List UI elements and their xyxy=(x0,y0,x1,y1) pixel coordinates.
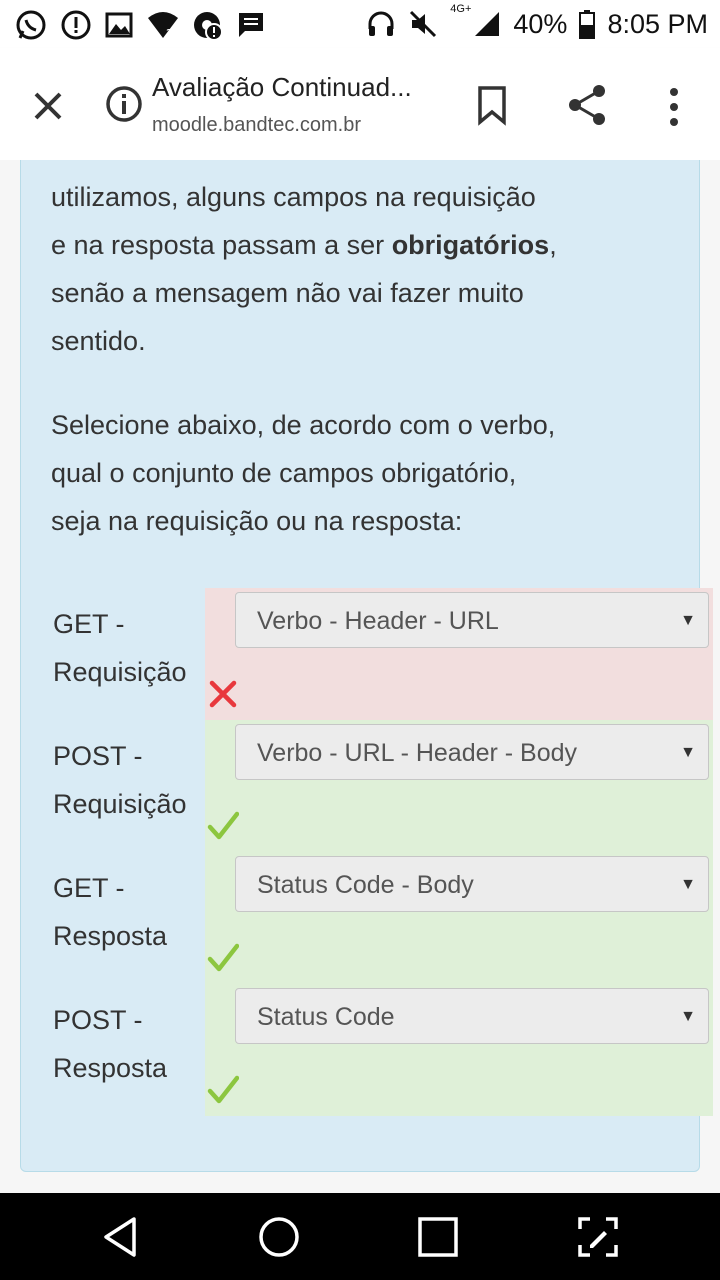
chrome-alert-icon xyxy=(194,12,223,41)
intro-line: e na resposta passam a ser obrigatórios, xyxy=(51,221,671,269)
instructions-paragraph: Selecione abaixo, de acordo com o verbo,… xyxy=(51,401,671,545)
page-title: Avaliação Continuad... xyxy=(152,72,412,102)
intro-text: e na resposta passam a ser xyxy=(51,230,392,260)
dropdown-arrow-icon: ▼ xyxy=(680,876,696,893)
row-label: POST - Resposta xyxy=(53,996,213,1092)
row-label-line: POST - xyxy=(53,741,143,771)
select-value: Status Code - Body xyxy=(257,871,474,899)
more-options-icon[interactable] xyxy=(662,86,686,128)
page-url: moodle.bandtec.com.br xyxy=(152,114,362,136)
row-label: GET - Requisição xyxy=(53,600,213,696)
answer-panel-correct: Verbo - URL - Header - Body ▼ xyxy=(205,720,713,852)
row-label: GET - Resposta xyxy=(53,864,213,960)
incorrect-x-icon xyxy=(209,680,237,708)
page-content: utilizamos, alguns campos na requisição … xyxy=(0,160,720,1193)
navigation-bar xyxy=(0,1193,720,1280)
browser-toolbar: Avaliação Continuad... moodle.bandtec.co… xyxy=(0,48,720,160)
signal-icon xyxy=(475,12,500,36)
answer-panel-correct: Status Code - Body ▼ xyxy=(205,852,713,984)
row-label: POST - Requisição xyxy=(53,732,213,828)
select-value: Status Code xyxy=(257,1003,395,1031)
clock: 8:05 PM xyxy=(607,8,708,39)
answer-row: GET - Requisição Verbo - Header - URL ▼ xyxy=(21,588,713,720)
dropdown-arrow-icon: ▼ xyxy=(680,1008,696,1025)
row-label-line: Requisição xyxy=(53,657,187,687)
share-icon[interactable] xyxy=(566,82,610,128)
row-label-line: POST - xyxy=(53,1005,143,1035)
svg-text:?: ? xyxy=(166,27,172,40)
back-icon[interactable] xyxy=(98,1215,142,1259)
whatsapp-icon xyxy=(16,10,46,40)
question-card: utilizamos, alguns campos na requisição … xyxy=(20,160,713,1172)
recents-icon[interactable] xyxy=(416,1215,460,1259)
headset-icon xyxy=(368,11,394,36)
dropdown-arrow-icon: ▼ xyxy=(680,612,696,629)
dropdown-arrow-icon: ▼ xyxy=(680,744,696,761)
row-label-line: Resposta xyxy=(53,1053,168,1083)
battery-icon xyxy=(579,10,596,39)
correct-check-icon xyxy=(207,943,239,972)
notification-icons: ? xyxy=(14,8,266,42)
status-right: 4G+ 40% 8:05 PM xyxy=(366,0,708,48)
row-label-line: GET - xyxy=(53,873,125,903)
bookmark-icon[interactable] xyxy=(474,84,510,126)
answer-select[interactable]: Status Code ▼ xyxy=(235,988,709,1044)
answer-row: POST - Resposta Status Code ▼ xyxy=(21,984,713,1116)
info-icon[interactable] xyxy=(104,84,144,124)
instruction-line: seja na requisição ou na resposta: xyxy=(51,506,463,536)
intro-paragraph: utilizamos, alguns campos na requisição … xyxy=(51,173,671,365)
answer-row: GET - Resposta Status Code - Body ▼ xyxy=(21,852,713,984)
select-value: Verbo - URL - Header - Body xyxy=(257,739,578,767)
message-icon xyxy=(239,13,263,37)
mute-icon xyxy=(410,10,437,38)
close-icon[interactable] xyxy=(28,86,68,126)
correct-check-icon xyxy=(207,811,239,840)
wifi-icon: ? xyxy=(148,12,178,40)
answer-panel-incorrect: Verbo - Header - URL ▼ xyxy=(205,588,713,720)
home-icon[interactable] xyxy=(257,1215,301,1259)
row-label-line: Requisição xyxy=(53,789,187,819)
select-value: Verbo - Header - URL xyxy=(257,607,499,635)
answer-row: POST - Requisição Verbo - URL - Header -… xyxy=(21,720,713,852)
intro-bold: obrigatórios xyxy=(391,230,550,260)
row-label-line: Resposta xyxy=(53,921,168,951)
network-type: 4G+ xyxy=(450,3,472,15)
intro-line: utilizamos, alguns campos na requisição xyxy=(51,182,536,212)
answer-panel-correct: Status Code ▼ xyxy=(205,984,713,1116)
intro-line: senão a mensagem não vai fazer muito xyxy=(51,278,524,308)
answer-select[interactable]: Verbo - Header - URL ▼ xyxy=(235,592,709,648)
instruction-line: qual o conjunto de campos obrigatório, xyxy=(51,458,517,488)
battery-percent: 40% xyxy=(513,8,568,39)
instruction-line: Selecione abaixo, de acordo com o verbo, xyxy=(51,410,556,440)
answer-select[interactable]: Status Code - Body ▼ xyxy=(235,856,709,912)
alert-icon xyxy=(61,10,91,40)
intro-line: sentido. xyxy=(51,326,146,356)
row-label-line: GET - xyxy=(53,609,125,639)
screenshot-edit-icon[interactable] xyxy=(576,1215,620,1259)
correct-check-icon xyxy=(207,1075,239,1104)
answer-select[interactable]: Verbo - URL - Header - Body ▼ xyxy=(235,724,709,780)
intro-text: , xyxy=(549,230,557,260)
status-bar: ? 4G+ 40% 8:05 PM xyxy=(0,0,720,48)
image-icon xyxy=(105,12,133,38)
